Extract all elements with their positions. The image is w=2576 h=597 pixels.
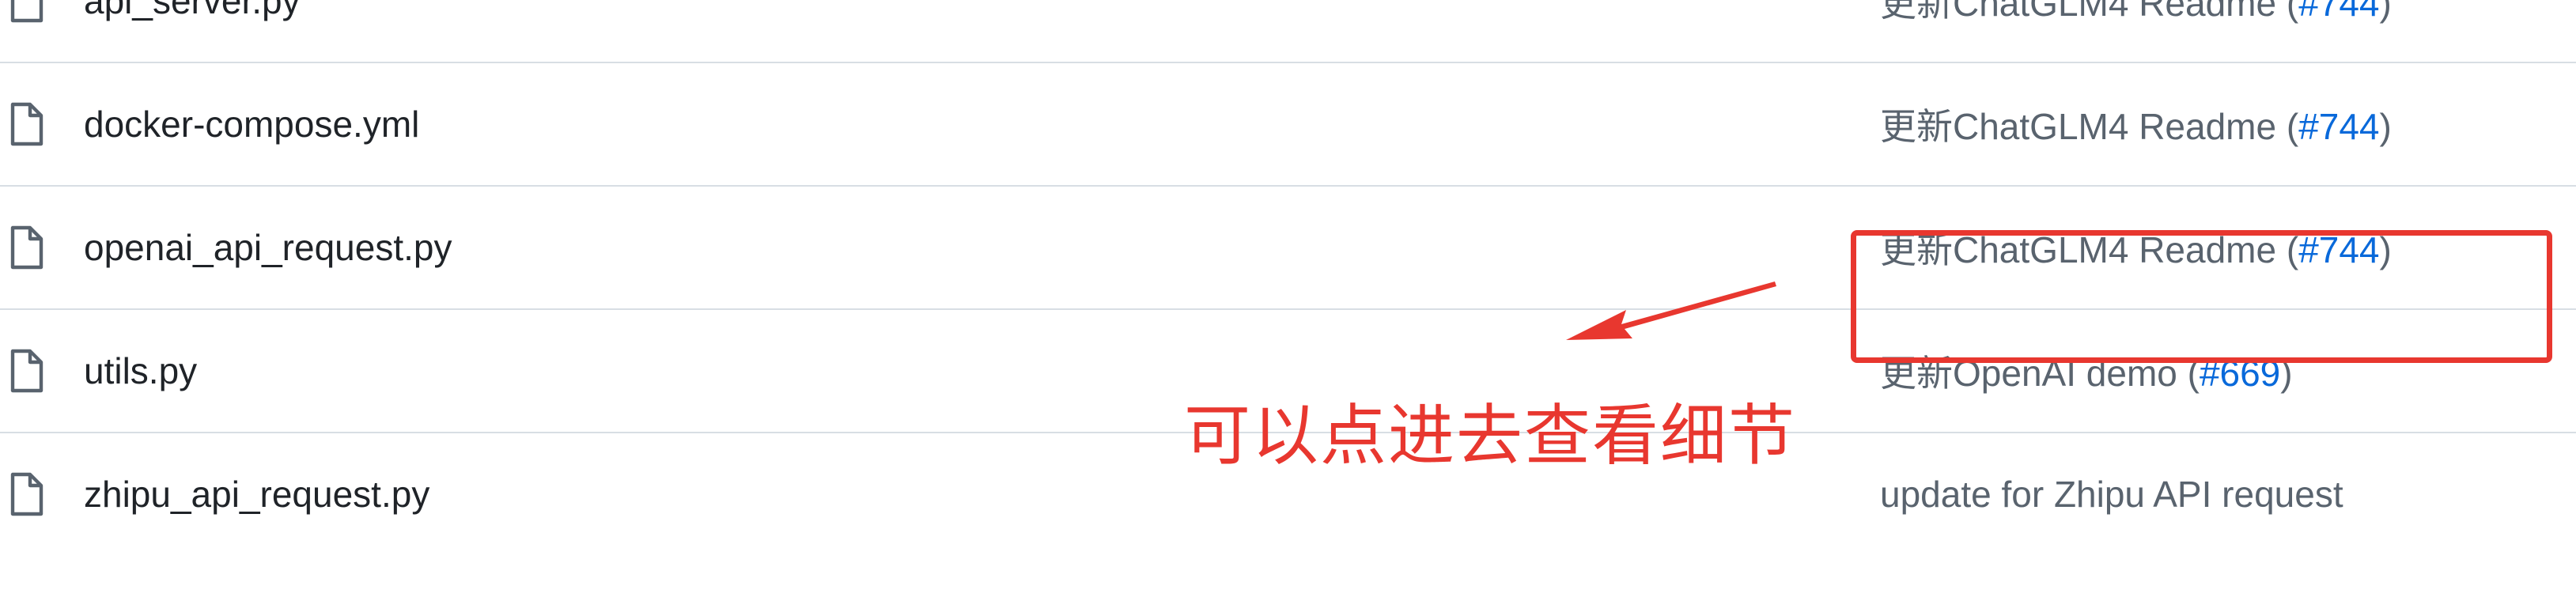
commit-text: 更新OpenAI demo (	[1880, 353, 2200, 394]
file-list: api_server.py 更新ChatGLM4 Readme (#744) d…	[0, 0, 2576, 597]
file-icon	[9, 225, 44, 270]
commit-text: 更新ChatGLM4 Readme (	[1880, 229, 2299, 270]
commit-message-link[interactable]: 更新OpenAI demo (#669)	[1880, 345, 2293, 397]
pr-link[interactable]: #744	[2298, 0, 2379, 24]
commit-text-suffix: )	[2379, 106, 2392, 147]
commit-text: update for Zhipu API request	[1880, 474, 2343, 515]
file-row[interactable]: openai_api_request.py 更新ChatGLM4 Readme …	[0, 185, 2576, 308]
file-icon	[9, 472, 44, 516]
commit-message-link[interactable]: 更新ChatGLM4 Readme (#744)	[1880, 98, 2392, 150]
file-icon	[9, 0, 44, 23]
file-name-link[interactable]: utils.py	[84, 350, 197, 392]
commit-text: 更新ChatGLM4 Readme (	[1880, 106, 2299, 147]
file-icon	[9, 102, 44, 146]
file-row[interactable]: api_server.py 更新ChatGLM4 Readme (#744)	[0, 0, 2576, 62]
file-name-link[interactable]: api_server.py	[84, 0, 301, 22]
file-name-link[interactable]: zhipu_api_request.py	[84, 473, 429, 516]
commit-text-suffix: )	[2379, 229, 2392, 270]
commit-text-suffix: )	[2280, 353, 2293, 394]
file-row[interactable]: docker-compose.yml 更新ChatGLM4 Readme (#7…	[0, 62, 2576, 185]
pr-link[interactable]: #744	[2298, 106, 2379, 147]
commit-message-link[interactable]: 更新ChatGLM4 Readme (#744)	[1880, 221, 2392, 274]
commit-message-link[interactable]: update for Zhipu API request	[1880, 473, 2343, 516]
pr-link[interactable]: #669	[2200, 353, 2280, 394]
file-name-link[interactable]: openai_api_request.py	[84, 226, 452, 269]
file-icon	[9, 349, 44, 393]
commit-text-suffix: )	[2379, 0, 2392, 24]
file-name-link[interactable]: docker-compose.yml	[84, 103, 419, 145]
commit-message-link[interactable]: 更新ChatGLM4 Readme (#744)	[1880, 0, 2392, 27]
commit-text: 更新ChatGLM4 Readme (	[1880, 0, 2299, 24]
annotation-text: 可以点进去查看细节	[1184, 399, 1797, 473]
pr-link[interactable]: #744	[2298, 229, 2379, 270]
